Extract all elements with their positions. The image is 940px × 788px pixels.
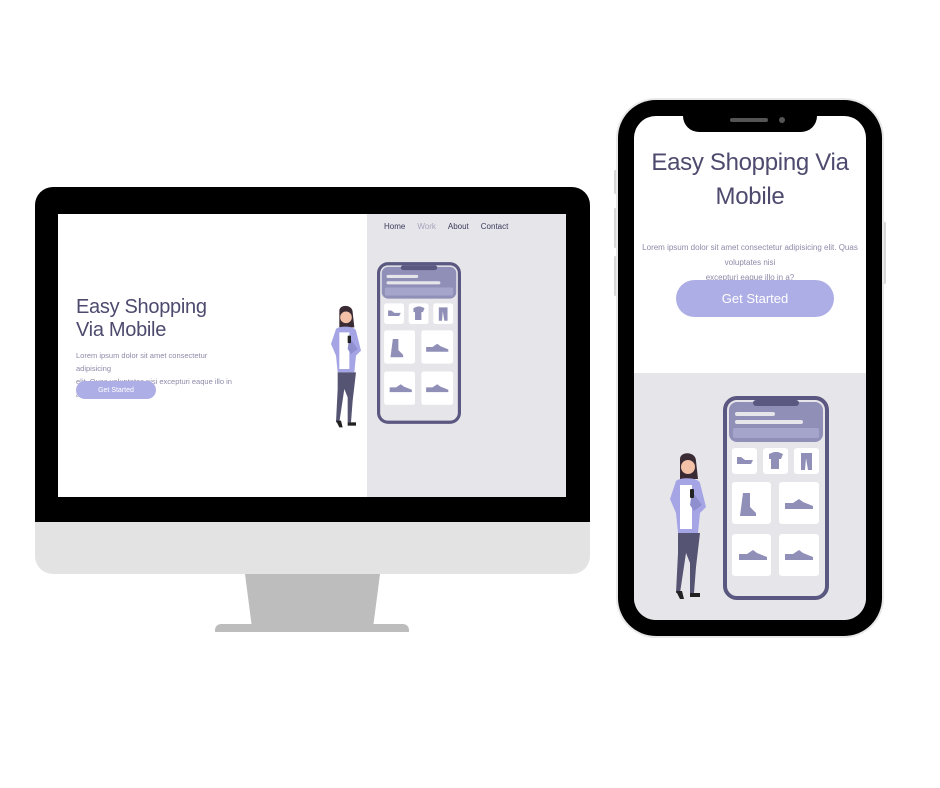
speaker-grille — [730, 118, 768, 122]
mute-switch — [614, 170, 617, 194]
person-illustration — [331, 305, 361, 428]
top-nav: Home Work About Contact — [384, 222, 508, 231]
mobile-hero-title-line1: Easy Shopping Via — [651, 149, 849, 176]
mobile-person-illustration — [670, 453, 706, 599]
mobile-get-started-button[interactable]: Get Started — [676, 280, 834, 317]
mobile-hero-description: Lorem ipsum dolor sit amet consectetur a… — [638, 240, 862, 285]
nav-about[interactable]: About — [448, 222, 469, 231]
volume-down-button — [614, 256, 617, 296]
mobile-hero-title: Easy Shopping Via Mobile — [640, 146, 860, 214]
get-started-button[interactable]: Get Started — [76, 381, 156, 399]
monitor-stand-neck — [245, 574, 380, 626]
desktop-monitor: Home Work About Contact Easy Shopping Vi… — [35, 187, 590, 574]
mobile-phone-illustration — [723, 396, 829, 600]
hero-desc-line1: Lorem ipsum dolor sit amet consectetur a… — [76, 351, 208, 373]
power-button — [883, 222, 886, 284]
mobile-notch — [683, 108, 817, 132]
hero-title-line1: Easy Shopping — [76, 296, 207, 318]
monitor-chin — [35, 522, 590, 574]
nav-contact[interactable]: Contact — [481, 222, 509, 231]
mobile-hero-title-line2: Mobile — [715, 183, 785, 210]
mobile-screen: Easy Shopping Via Mobile Lorem ipsum dol… — [634, 116, 866, 620]
desktop-screen: Home Work About Contact Easy Shopping Vi… — [58, 214, 566, 497]
mobile-device: Easy Shopping Via Mobile Lorem ipsum dol… — [614, 100, 886, 636]
hero-title: Easy Shopping Via Mobile — [76, 296, 246, 342]
front-camera-icon — [779, 117, 785, 123]
nav-work[interactable]: Work — [417, 222, 436, 231]
phone-illustration — [377, 262, 461, 424]
hero-title-line2: Via Mobile — [76, 319, 167, 341]
monitor-stand-base — [215, 624, 409, 632]
nav-home[interactable]: Home — [384, 222, 405, 231]
mobile-hero-desc-line1: Lorem ipsum dolor sit amet consectetur a… — [642, 243, 858, 267]
volume-up-button — [614, 208, 617, 248]
